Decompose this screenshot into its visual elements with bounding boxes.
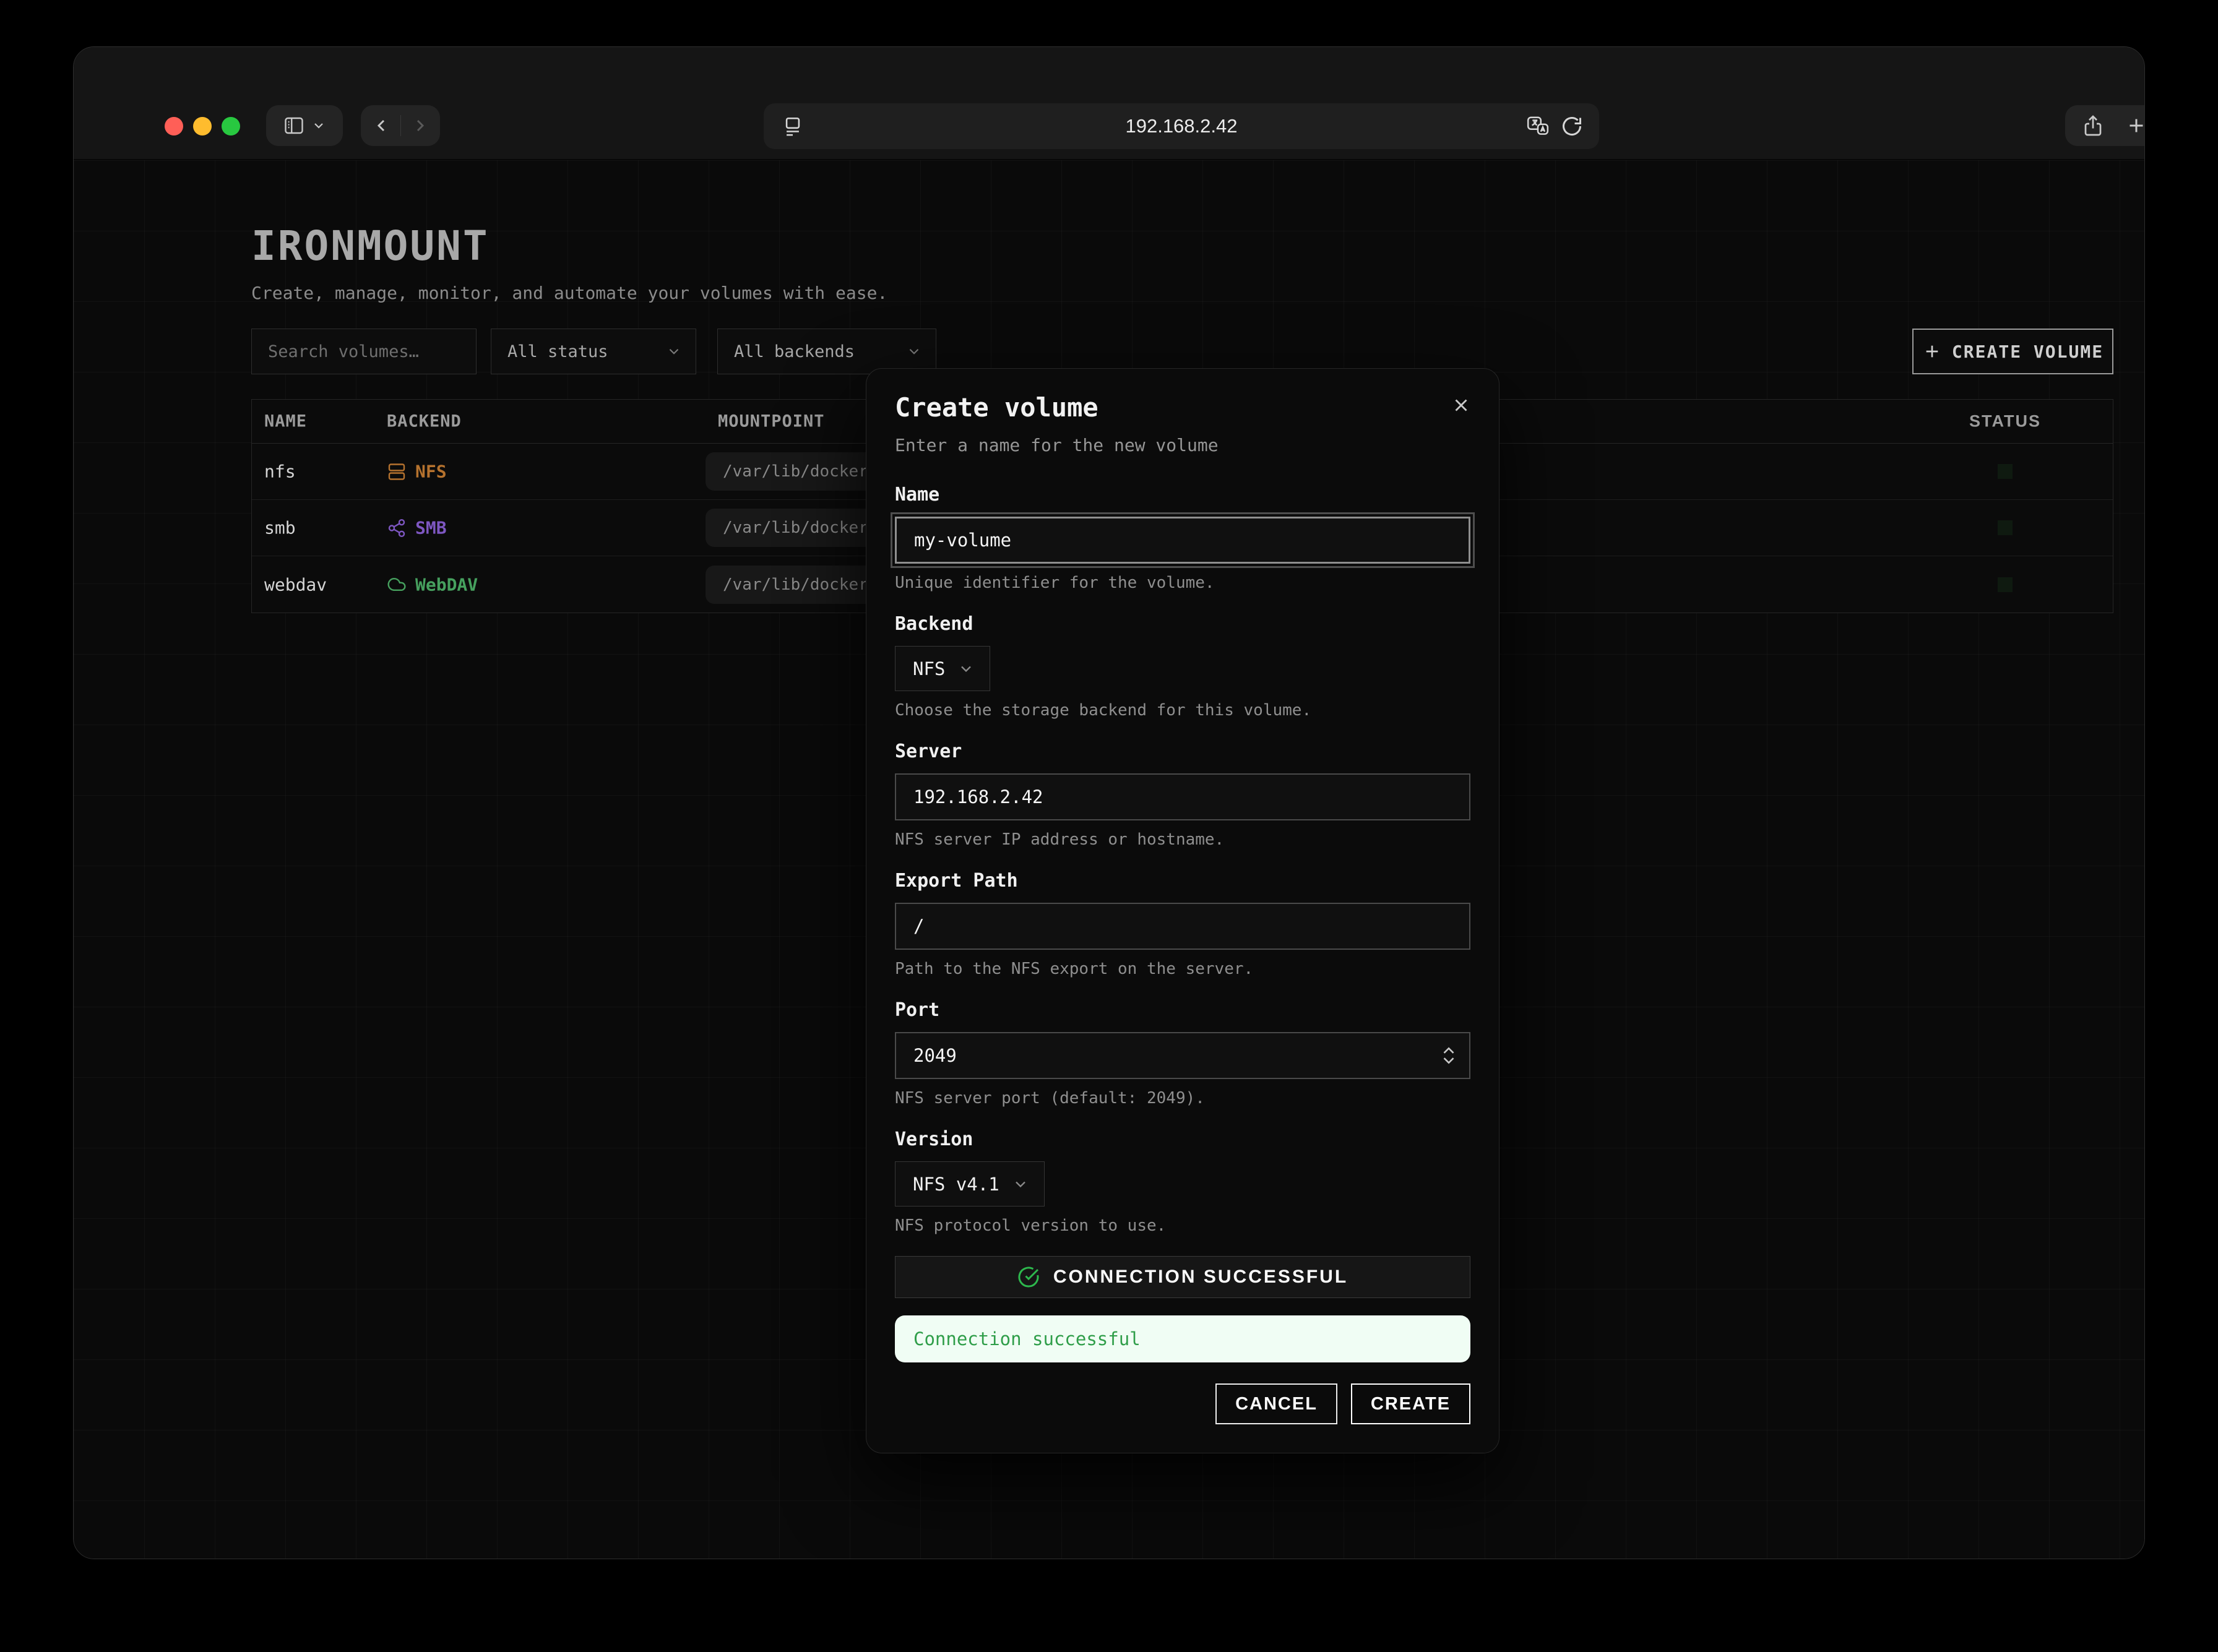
- backend-filter-select[interactable]: All backends: [717, 329, 936, 374]
- sidebar-icon: [283, 114, 305, 137]
- export-path-help: Path to the NFS export on the server.: [895, 960, 1470, 978]
- translate-icon[interactable]: [1526, 114, 1550, 138]
- address-bar-actions: [1526, 114, 1583, 138]
- version-label: Version: [895, 1129, 1470, 1150]
- create-volume-modal: Create volume Enter a name for the new v…: [866, 368, 1500, 1453]
- connection-success-alert: Connection successful: [895, 1315, 1470, 1362]
- chevron-down-icon: [666, 343, 682, 359]
- column-header-backend: BACKEND: [387, 412, 462, 431]
- zoom-window-button[interactable]: [222, 117, 240, 136]
- sidebar-toggle-button[interactable]: [266, 105, 343, 146]
- search-volumes-field: [251, 329, 477, 374]
- back-button[interactable]: [362, 105, 400, 146]
- version-select-value: NFS v4.1: [913, 1174, 999, 1195]
- server-label: Server: [895, 741, 1470, 762]
- export-path-input[interactable]: [895, 903, 1470, 950]
- volume-name-input[interactable]: [895, 517, 1470, 564]
- new-tab-icon[interactable]: [2125, 114, 2145, 137]
- page-title: IRONMOUNT: [251, 222, 490, 270]
- page-subtitle: Create, manage, monitor, and automate yo…: [251, 283, 887, 303]
- chevron-down-icon: [957, 660, 975, 678]
- test-connection-button[interactable]: CONNECTION SUCCESSFUL: [895, 1256, 1470, 1298]
- connection-success-text: Connection successful: [913, 1328, 1141, 1349]
- port-label: Port: [895, 999, 1470, 1021]
- status-filter-value: All status: [507, 342, 608, 361]
- test-connection-label: CONNECTION SUCCESSFUL: [1053, 1267, 1348, 1288]
- backend-help: Choose the storage backend for this volu…: [895, 701, 1470, 720]
- port-field-group: Port NFS server port (default: 2049).: [895, 999, 1470, 1108]
- server-icon: [387, 462, 407, 481]
- search-input[interactable]: [252, 342, 476, 361]
- browser-toolbar: 192.168.2.42: [74, 47, 2144, 160]
- reload-icon[interactable]: [1561, 115, 1583, 137]
- status-filter-select[interactable]: All status: [491, 329, 696, 374]
- volume-name: nfs: [264, 462, 296, 482]
- create-button[interactable]: CREATE: [1351, 1383, 1470, 1424]
- backend-badge: SMB: [387, 518, 447, 538]
- chevron-down-icon: [906, 343, 922, 359]
- address-bar[interactable]: 192.168.2.42: [764, 103, 1599, 149]
- backend-badge: NFS: [387, 462, 447, 482]
- backend-select[interactable]: NFS: [895, 646, 990, 691]
- backend-label: WebDAV: [415, 574, 478, 595]
- plus-icon: [1922, 342, 1942, 361]
- server-field-group: Server NFS server IP address or hostname…: [895, 741, 1470, 849]
- volume-name: webdav: [264, 574, 327, 595]
- forward-button[interactable]: [401, 105, 439, 146]
- number-stepper[interactable]: [1441, 1046, 1457, 1065]
- version-select[interactable]: NFS v4.1: [895, 1161, 1045, 1207]
- name-help: Unique identifier for the volume.: [895, 574, 1470, 592]
- column-header-mountpoint: MOUNTPOINT: [718, 412, 825, 431]
- volume-controls: All status All backends CREATE VOLUME: [74, 329, 2144, 374]
- url-text[interactable]: 192.168.2.42: [764, 115, 1599, 137]
- share-nodes-icon: [387, 518, 407, 538]
- toolbar-right-buttons: [2065, 105, 2145, 146]
- traffic-lights: [165, 117, 240, 136]
- cancel-button[interactable]: CANCEL: [1215, 1383, 1337, 1424]
- share-icon[interactable]: [2082, 114, 2104, 137]
- port-input[interactable]: [895, 1032, 1470, 1079]
- modal-footer: CANCEL CREATE: [895, 1383, 1470, 1424]
- version-help: NFS protocol version to use.: [895, 1216, 1470, 1235]
- server-help: NFS server IP address or hostname.: [895, 830, 1470, 849]
- export-path-label: Export Path: [895, 870, 1470, 892]
- close-window-button[interactable]: [165, 117, 183, 136]
- ironmount-page: IRONMOUNT Create, manage, monitor, and a…: [74, 160, 2144, 1559]
- modal-title: Create volume: [895, 392, 1470, 423]
- backend-label: Backend: [895, 613, 1470, 635]
- column-header-status: STATUS: [1962, 412, 2048, 431]
- create-volume-button[interactable]: CREATE VOLUME: [1912, 329, 2113, 374]
- volume-name: smb: [264, 518, 296, 538]
- backend-label: SMB: [415, 518, 447, 538]
- backend-filter-value: All backends: [734, 342, 855, 361]
- chevron-down-icon: [1012, 1176, 1029, 1193]
- backend-select-value: NFS: [913, 658, 945, 679]
- backend-badge: WebDAV: [387, 574, 478, 595]
- server-input[interactable]: [895, 773, 1470, 820]
- create-volume-label: CREATE VOLUME: [1952, 342, 2104, 362]
- export-path-field-group: Export Path Path to the NFS export on th…: [895, 870, 1470, 978]
- close-icon[interactable]: [1451, 395, 1472, 416]
- nav-buttons: [361, 105, 440, 146]
- port-help: NFS server port (default: 2049).: [895, 1089, 1470, 1108]
- modal-subtitle: Enter a name for the new volume: [895, 435, 1470, 455]
- check-circle-icon: [1017, 1266, 1040, 1288]
- browser-window: 192.168.2.42 IRONMOUNT C: [73, 46, 2145, 1559]
- chevron-down-icon: [311, 118, 326, 133]
- name-field-group: Name Unique identifier for the volume.: [895, 484, 1470, 592]
- backend-label: NFS: [415, 462, 447, 482]
- column-header-name: NAME: [264, 412, 307, 431]
- cloud-icon: [387, 575, 407, 595]
- name-label: Name: [895, 484, 1470, 505]
- version-field-group: Version NFS v4.1 NFS protocol version to…: [895, 1129, 1470, 1235]
- backend-field-group: Backend NFS Choose the storage backend f…: [895, 613, 1470, 720]
- minimize-window-button[interactable]: [193, 117, 212, 136]
